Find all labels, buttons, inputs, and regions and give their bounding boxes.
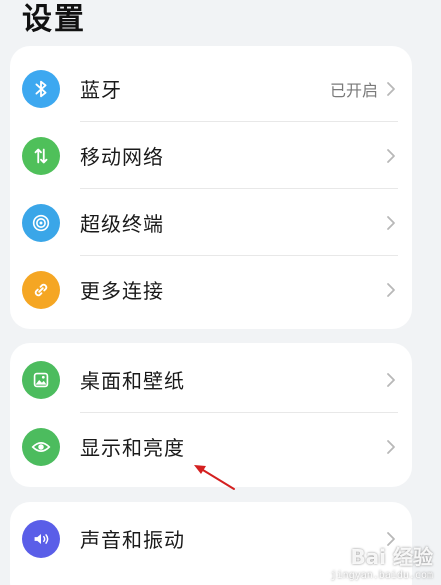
chevron-right-icon [386, 215, 396, 231]
chevron-right-icon [386, 81, 396, 97]
chevron-right-icon [386, 148, 396, 164]
watermark: Bai 经验 jingyan.baidu.com [331, 541, 433, 581]
settings-item-label: 蓝牙 [80, 78, 122, 102]
chevron-right-icon [386, 372, 396, 388]
settings-item-mobile-network[interactable]: 移动网络 [10, 122, 412, 189]
settings-group-connections: 蓝牙 已开启 移动网络 超级终端 更多连接 [10, 46, 412, 329]
bluetooth-status: 已开启 [329, 80, 378, 100]
mobile-data-icon [22, 136, 60, 175]
watermark-url: jingyan.baidu.com [330, 570, 433, 581]
chevron-right-icon [386, 439, 396, 455]
wallpaper-icon [22, 360, 60, 399]
chevron-right-icon [386, 282, 396, 298]
annotation-arrow-icon [194, 465, 235, 490]
link-icon [22, 270, 60, 309]
bluetooth-icon [22, 69, 60, 108]
settings-item-label: 移动网络 [80, 145, 164, 169]
settings-page: 设置 蓝牙 已开启 移动网络 超级终端 更多连接 桌面和壁纸 显示和亮度 声音和… [0, 0, 441, 585]
settings-item-home-wallpaper[interactable]: 桌面和壁纸 [10, 346, 412, 413]
settings-item-label: 声音和振动 [80, 528, 185, 552]
eye-icon [22, 427, 60, 466]
sound-icon [22, 519, 60, 558]
settings-item-bluetooth[interactable]: 蓝牙 已开启 [10, 55, 412, 122]
settings-item-label: 桌面和壁纸 [80, 369, 185, 393]
settings-item-more-connections[interactable]: 更多连接 [10, 256, 412, 323]
watermark-logo: Bai 经验 [350, 545, 433, 569]
settings-item-label: 更多连接 [80, 279, 164, 303]
settings-item-super-device[interactable]: 超级终端 [10, 189, 412, 256]
page-title: 设置 [22, 2, 86, 37]
settings-item-label: 超级终端 [80, 212, 164, 236]
super-device-icon [22, 203, 60, 242]
settings-item-label: 显示和亮度 [80, 436, 185, 460]
